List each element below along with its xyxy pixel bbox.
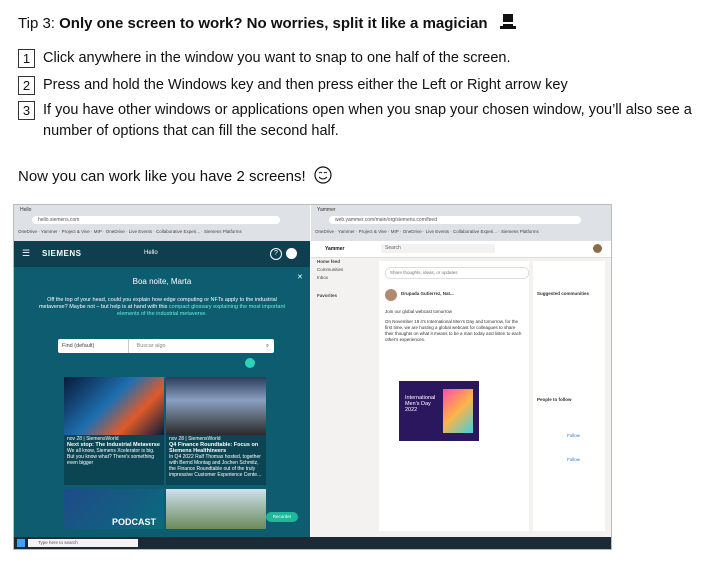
card-title: Q4 Finance Roundtable: Focus on Siemens …	[169, 442, 259, 454]
closing-text: Now you can work like you have 2 screens…	[18, 167, 306, 185]
tip-title: Tip 3: Only one screen to work? No worri…	[18, 12, 518, 36]
edit-icon[interactable]	[245, 358, 255, 368]
card-body: We all know, Siemens Xcelerator is big. …	[67, 448, 155, 466]
greeting: Boa noite, Marta	[132, 277, 192, 286]
siemens-header: ☰ SIEMENS Hello ?	[14, 241, 310, 267]
podcast-card[interactable]: PODCAST	[64, 489, 164, 529]
browser-tab[interactable]: Hello	[14, 205, 310, 215]
podcast-label: PODCAST	[111, 517, 156, 527]
step-text: Click anywhere in the window you want to…	[43, 50, 511, 66]
follow-button[interactable]: Follow	[567, 457, 580, 463]
news-card[interactable]: nov 28 | SiemensWorld Q4 Finance Roundta…	[166, 377, 266, 485]
siemens-logo: SIEMENS	[42, 249, 82, 258]
card-text: Q4 Finance Roundtable: Focus on Siemens …	[169, 442, 263, 478]
news-card[interactable]: nov 28 | SiemensWorld Next stop: The Ind…	[64, 377, 164, 485]
search-box[interactable]: Find (default) Buscar algo ⌕	[58, 339, 274, 353]
bookmarks-bar: OneDrive · Yammer · Project & Vive · MIP…	[18, 229, 242, 234]
tip-prefix: Tip 3:	[18, 14, 60, 32]
closing-line: Now you can work like you have 2 screens…	[18, 166, 332, 188]
favorites-heading: Favorites	[317, 293, 338, 298]
follow-button[interactable]: Follow	[567, 433, 580, 439]
yammer-feed: Share thoughts, ideas, or updates Drupad…	[379, 261, 529, 531]
browser-tab[interactable]: Yammer	[311, 205, 611, 215]
search-input[interactable]: Search	[381, 244, 495, 253]
yammer-header: Yammer Search	[311, 241, 611, 258]
search-scope-select[interactable]: Find (default)	[58, 339, 129, 353]
taskbar-search[interactable]: Type here to search	[28, 539, 138, 547]
close-icon[interactable]: ✕	[297, 273, 303, 281]
author-avatar[interactable]	[385, 289, 397, 301]
address-bar[interactable]: hello.siemens.com	[32, 216, 280, 224]
step-text: Press and hold the Windows key and then …	[43, 77, 568, 93]
post-author[interactable]: Drupada Gutierrez, Nat...	[401, 291, 454, 297]
siemens-hello-window: Hello hello.siemens.com OneDrive · Yamme…	[14, 205, 310, 537]
windows-start-icon[interactable]	[17, 539, 25, 547]
card-image	[64, 377, 164, 435]
banner-graphic	[443, 389, 473, 433]
step-1: 1 Click anywhere in the window you want t…	[18, 48, 693, 69]
post-composer[interactable]: Share thoughts, ideas, or updates	[385, 267, 529, 279]
card-text: Next stop: The Industrial Metaverse We a…	[67, 442, 161, 466]
post-title: Join our global webcast tomorrow	[385, 309, 453, 314]
address-bar[interactable]: web.yammer.com/main/org/siemens.com/feed	[329, 216, 581, 224]
avatar[interactable]	[593, 244, 602, 253]
intro-text: Off the top of your head, could you expl…	[34, 297, 290, 318]
split-screen-screenshot: Hello hello.siemens.com OneDrive · Yamme…	[13, 204, 612, 550]
step-number: 3	[18, 101, 35, 120]
suggested-communities-heading: Suggested communities	[537, 291, 590, 296]
nav-inbox[interactable]: Inbox	[317, 274, 383, 282]
search-input[interactable]: Buscar algo	[131, 343, 166, 349]
step-2: 2 Press and hold the Windows key and then…	[18, 75, 693, 96]
browser-chrome-right: Yammer web.yammer.com/main/org/siemens.c…	[311, 205, 611, 241]
step-number: 2	[18, 76, 35, 95]
menu-icon[interactable]: ☰	[22, 248, 30, 259]
smiling-emoji-icon	[314, 166, 332, 188]
app-name: Hello	[144, 250, 158, 256]
magician-hat-icon	[498, 12, 518, 36]
search-icon[interactable]: ⌕	[266, 339, 269, 353]
people-to-follow-heading: People to follow	[537, 397, 572, 402]
mens-day-banner: International Men's Day 2022	[399, 381, 479, 441]
nav-home-feed[interactable]: Home feed	[317, 258, 383, 266]
yammer-logo: Yammer	[325, 246, 345, 252]
avatar[interactable]	[286, 248, 297, 259]
recorder-button[interactable]: Recorder	[266, 512, 298, 522]
card-image	[166, 377, 266, 435]
yammer-sidebar: Home feed Communities Inbox Favorites	[311, 258, 383, 528]
step-number: 1	[18, 49, 35, 68]
yammer-right-panel: Suggested communities People to follow F…	[533, 261, 605, 531]
browser-chrome-left: Hello hello.siemens.com OneDrive · Yamme…	[14, 205, 310, 241]
nav-communities[interactable]: Communities	[317, 266, 383, 274]
post-body: On November 19 it's International Men's …	[385, 319, 522, 342]
windows-taskbar: Type here to search	[14, 537, 611, 549]
step-3: 3 If you have other windows or applicatio…	[18, 100, 693, 142]
yammer-window: Yammer web.yammer.com/main/org/siemens.c…	[311, 205, 611, 537]
tip-heading: Only one screen to work? No worries, spl…	[59, 14, 488, 32]
banner-year: 2022	[405, 407, 418, 413]
bookmarks-bar: OneDrive · Yammer · Project & Vive · MIP…	[315, 229, 539, 234]
card-body: In Q4 2022 Ralf Thomas hosted, together …	[169, 454, 262, 478]
news-card-image[interactable]	[166, 489, 266, 529]
step-text: If you have other windows or application…	[43, 102, 692, 139]
help-icon[interactable]: ?	[270, 248, 282, 260]
